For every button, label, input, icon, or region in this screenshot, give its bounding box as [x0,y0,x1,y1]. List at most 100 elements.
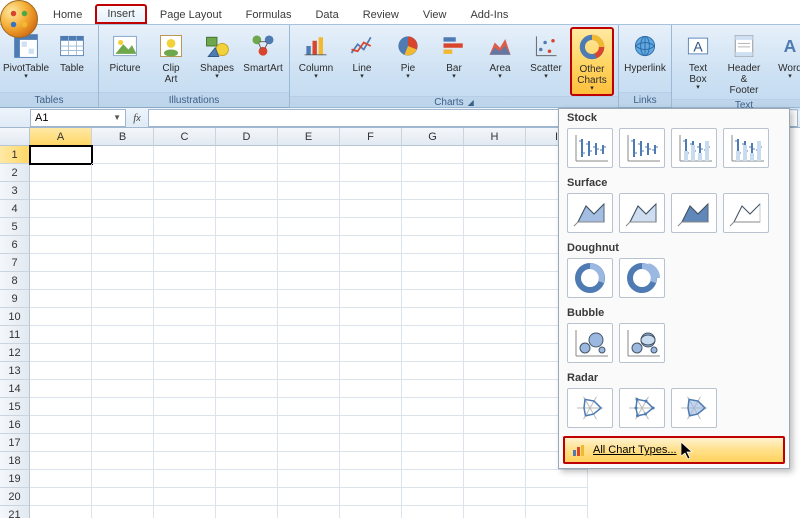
cell[interactable] [464,488,526,506]
row-header[interactable]: 11 [0,326,30,344]
hyperlink-button[interactable]: Hyperlink [623,27,667,77]
cell[interactable] [464,236,526,254]
cell[interactable] [92,200,154,218]
cell[interactable] [464,290,526,308]
chart-type-surface-3[interactable] [723,193,769,233]
chart-type-bubble-1[interactable] [619,323,665,363]
cell[interactable] [402,398,464,416]
cell[interactable] [154,398,216,416]
cell[interactable] [402,380,464,398]
cell[interactable] [92,308,154,326]
cell[interactable] [464,254,526,272]
cell[interactable] [216,326,278,344]
cell[interactable] [92,452,154,470]
cell[interactable] [464,326,526,344]
cell[interactable] [464,200,526,218]
column-header[interactable]: D [216,128,278,146]
column-header[interactable]: F [340,128,402,146]
cell[interactable] [526,488,588,506]
cell[interactable] [464,308,526,326]
cell[interactable] [402,146,464,164]
chevron-down-icon[interactable]: ▼ [113,113,121,122]
cell[interactable] [154,416,216,434]
cell[interactable] [278,146,340,164]
tab-insert[interactable]: Insert [95,4,147,24]
cell[interactable] [30,398,92,416]
column-header[interactable]: H [464,128,526,146]
cell[interactable] [278,434,340,452]
row-header[interactable]: 4 [0,200,30,218]
cell[interactable] [402,290,464,308]
cell[interactable] [92,416,154,434]
row-header[interactable]: 12 [0,344,30,362]
cell[interactable] [278,416,340,434]
chart-type-bubble-0[interactable] [567,323,613,363]
cell[interactable] [464,506,526,518]
row-header[interactable]: 9 [0,290,30,308]
column-button[interactable]: Column▾ [294,27,338,83]
chart-type-surface-1[interactable] [619,193,665,233]
cell[interactable] [402,452,464,470]
tab-page-layout[interactable]: Page Layout [149,4,233,24]
cell[interactable] [216,488,278,506]
chart-type-doughnut-0[interactable] [567,258,613,298]
cell[interactable] [340,200,402,218]
picture-button[interactable]: Picture [103,27,147,77]
row-header[interactable]: 15 [0,398,30,416]
cell[interactable] [154,344,216,362]
cell[interactable] [402,362,464,380]
cell[interactable] [154,380,216,398]
row-header[interactable]: 19 [0,470,30,488]
cell[interactable] [92,362,154,380]
cell[interactable] [30,290,92,308]
cell[interactable] [92,146,154,164]
cell[interactable] [216,254,278,272]
cell[interactable] [402,506,464,518]
cell[interactable] [340,362,402,380]
cell[interactable] [464,398,526,416]
cell[interactable] [526,470,588,488]
cell[interactable] [340,164,402,182]
cell[interactable] [92,434,154,452]
row-header[interactable]: 13 [0,362,30,380]
row-header[interactable]: 5 [0,218,30,236]
cell[interactable] [402,416,464,434]
cell[interactable] [30,470,92,488]
cell[interactable] [216,398,278,416]
chart-type-radar-1[interactable] [619,388,665,428]
cell[interactable] [154,506,216,518]
cell[interactable] [154,200,216,218]
bar-button[interactable]: Bar▾ [432,27,476,83]
cell[interactable] [30,164,92,182]
area-button[interactable]: Area▾ [478,27,522,83]
cell[interactable] [340,218,402,236]
all-chart-types-button[interactable]: All Chart Types... [563,436,785,464]
cell[interactable] [402,236,464,254]
cell[interactable] [92,182,154,200]
row-header[interactable]: 2 [0,164,30,182]
cell[interactable] [340,146,402,164]
cell[interactable] [464,272,526,290]
cell[interactable] [216,200,278,218]
cell[interactable] [30,326,92,344]
cell[interactable] [278,452,340,470]
cell[interactable] [30,272,92,290]
cell[interactable] [464,182,526,200]
chart-type-doughnut-1[interactable] [619,258,665,298]
office-button[interactable] [0,0,38,38]
cell[interactable] [92,506,154,518]
cell[interactable] [154,146,216,164]
cell[interactable] [464,362,526,380]
cell[interactable] [402,434,464,452]
chart-type-stock-3[interactable] [723,128,769,168]
cell[interactable] [154,218,216,236]
cell[interactable] [278,308,340,326]
cell[interactable] [92,326,154,344]
cell[interactable] [154,164,216,182]
row-header[interactable]: 3 [0,182,30,200]
tab-home[interactable]: Home [42,4,93,24]
cell[interactable] [30,218,92,236]
cell[interactable] [30,434,92,452]
chart-type-radar-2[interactable] [671,388,717,428]
cell[interactable] [92,236,154,254]
